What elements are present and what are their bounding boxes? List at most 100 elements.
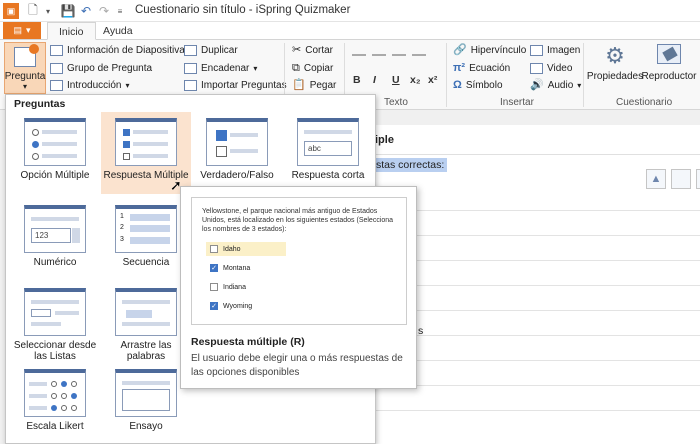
tab-inicio[interactable]: Inicio	[47, 22, 96, 40]
checkbox-icon	[210, 245, 218, 253]
likert-scale-icon	[24, 369, 86, 417]
image-button[interactable]: Imagen	[530, 45, 580, 56]
scissors-icon: ✂	[292, 44, 302, 56]
player-label: Reproductor	[641, 71, 697, 82]
font-size-icon[interactable]	[352, 46, 366, 56]
undo-icon[interactable]: ↶	[78, 3, 94, 19]
file-menu-button[interactable]: ▤ ▾	[3, 22, 41, 39]
insert-image-icon[interactable]: ▲	[646, 169, 666, 189]
introduction-label: Introducción	[67, 80, 122, 91]
underline-icon[interactable]: U	[392, 74, 400, 86]
ribbon-tabs: ▤ ▾ Inicio Ayuda	[0, 22, 700, 40]
question-type-numeric[interactable]: 123 Numérico	[10, 199, 100, 281]
redo-icon[interactable]: ↷	[96, 3, 112, 19]
italic-icon[interactable]: I	[373, 74, 376, 86]
paste-button[interactable]: 📋 Pegar	[292, 79, 337, 92]
window-title: Cuestionario sin título - iSpring Quizma…	[135, 4, 351, 16]
insert-video-icon[interactable]	[671, 169, 691, 189]
insert-audio-icon[interactable]	[696, 169, 700, 189]
speaker-icon: 🔊	[530, 79, 544, 91]
question-group-button[interactable]: Grupo de Pregunta	[50, 63, 152, 74]
player-button[interactable]: Reproductor	[641, 44, 697, 82]
import-questions-label: Importar Preguntas	[201, 80, 287, 91]
chevron-down-icon: ▾	[22, 82, 27, 91]
question-type-select-from-lists[interactable]: Seleccionar desde las Listas	[10, 282, 100, 362]
preview-option: Indiana	[206, 280, 276, 294]
import-icon	[184, 80, 197, 91]
link-icon: 🔗	[453, 44, 467, 56]
preview-option-label: Indiana	[223, 283, 246, 291]
sequence-number: 1	[120, 213, 124, 220]
outdent-icon[interactable]	[392, 46, 406, 56]
slide-info-button[interactable]: Información de Diapositiva	[50, 45, 185, 56]
question-type-true-false[interactable]: Verdadero/Falso	[192, 112, 282, 194]
paste-icon: 📋	[292, 79, 306, 91]
audio-button[interactable]: 🔊 Audio ▾	[530, 79, 582, 92]
chevron-down-icon: ▾	[125, 81, 130, 90]
subscript-icon[interactable]: x₂	[410, 74, 421, 86]
question-type-likert-scale[interactable]: Escala Likert	[10, 363, 100, 444]
video-button[interactable]: Video	[530, 63, 572, 74]
branch-icon	[184, 63, 197, 74]
row-line	[361, 410, 700, 411]
hyperlink-button[interactable]: 🔗 Hipervínculo	[453, 44, 526, 57]
indent-icon[interactable]	[412, 46, 426, 56]
gallery-item-label: Secuencia	[122, 257, 170, 268]
title-bar: ▣ 🗋 ▾ 💾 ↶ ↷ ≡ Cuestionario sin título - …	[0, 0, 700, 22]
question-type-multiple-choice[interactable]: Opción Múltiple	[10, 112, 100, 194]
save-icon[interactable]: 💾	[60, 3, 76, 19]
image-label: Imagen	[547, 45, 581, 56]
chevron-down-icon: ▾	[253, 64, 258, 73]
question-type-drag-words[interactable]: Arrastre las palabras	[101, 282, 191, 364]
pregunta-button[interactable]: Pregunta ▾	[4, 42, 46, 94]
equation-button[interactable]: π² Ecuación	[453, 63, 510, 75]
copy-label: Copiar	[303, 63, 334, 74]
question-type-short-answer[interactable]: abc Respuesta corta	[283, 112, 373, 194]
copy-button[interactable]: ⧉ Copiar	[292, 63, 334, 75]
question-group-label: Grupo de Pregunta	[67, 63, 153, 74]
group-label-insertar: Insertar	[500, 97, 534, 108]
new-dropdown-icon[interactable]: ▾	[40, 3, 56, 19]
tab-ayuda[interactable]: Ayuda	[92, 22, 144, 40]
chevron-down-icon: ▾	[577, 81, 582, 90]
introduction-icon	[50, 80, 63, 91]
preview-option: ✓ Wyoming	[206, 299, 276, 313]
gallery-title: Preguntas	[14, 98, 66, 110]
video-icon	[530, 63, 543, 74]
symbol-button[interactable]: Ω Símbolo	[453, 80, 503, 92]
new-file-icon[interactable]: 🗋	[25, 3, 41, 19]
import-questions-button[interactable]: Importar Preguntas	[184, 80, 287, 91]
question-group-icon	[50, 63, 63, 74]
paste-label: Pegar	[309, 80, 337, 91]
preview-question: Yellowstone, el parque nacional más anti…	[202, 208, 394, 233]
divider	[446, 43, 447, 107]
gallery-item-label: Ensayo	[129, 421, 163, 432]
bold-icon[interactable]: B	[353, 74, 361, 86]
cut-button[interactable]: ✂ Cortar	[292, 44, 333, 57]
preview-option: ✓ Montana	[206, 261, 276, 275]
branch-label: Encadenar	[201, 63, 250, 74]
image-icon	[530, 45, 543, 56]
audio-label: Audio	[547, 80, 574, 91]
gallery-item-label: Verdadero/Falso	[200, 170, 274, 181]
list-icon[interactable]	[372, 46, 386, 56]
question-icon	[14, 44, 39, 67]
introduction-button[interactable]: Introducción ▾	[50, 80, 130, 91]
duplicate-button[interactable]: Duplicar	[184, 45, 238, 56]
short-answer-icon: abc	[297, 118, 359, 166]
question-type-sequence[interactable]: 1 2 3 Secuencia	[101, 199, 191, 281]
preview-option-label: Idaho	[223, 245, 241, 253]
symbol-label: Símbolo	[465, 80, 503, 91]
selected-text[interactable]: stas correctas:	[373, 158, 448, 172]
multiple-response-icon	[115, 118, 177, 166]
branch-button[interactable]: Encadenar ▾	[184, 63, 257, 74]
app-logo-icon: ▣	[3, 3, 19, 19]
gallery-item-label: Escala Likert	[26, 421, 84, 432]
gallery-item-label: Respuesta corta	[291, 170, 365, 181]
properties-button[interactable]: ⚙ Propiedades	[587, 44, 643, 83]
superscript-icon[interactable]: x²	[428, 74, 437, 86]
duplicate-icon	[184, 45, 197, 56]
customize-toolbar-icon[interactable]: ≡	[112, 3, 128, 19]
question-type-essay[interactable]: Ensayo	[101, 363, 191, 444]
tooltip-title: Respuesta múltiple (R)	[191, 336, 305, 348]
